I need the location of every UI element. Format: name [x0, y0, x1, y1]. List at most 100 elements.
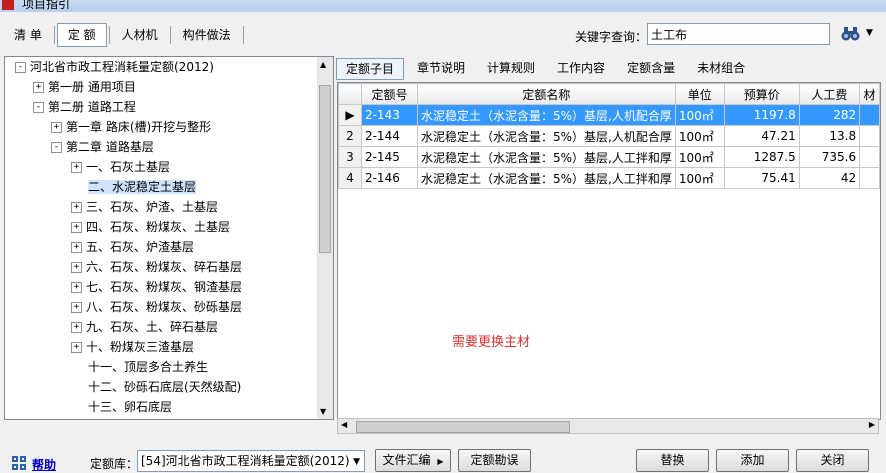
- scroll-right-arrow-icon[interactable]: ▶: [869, 420, 875, 429]
- tree-node[interactable]: 二、水泥稳定土基层: [71, 177, 197, 197]
- tab-quota-content[interactable]: 定额含量: [618, 58, 684, 78]
- chapter-tree[interactable]: - 河北省市政工程消耗量定额(2012) + 第一册 通用项目 - 第二册 道路工程 + 第一…: [4, 56, 334, 420]
- tree-scroll-thumb[interactable]: [319, 85, 331, 253]
- header-quota-code[interactable]: 定额号: [360, 83, 418, 105]
- expand-icon[interactable]: +: [51, 122, 62, 133]
- select-dropdown-icon[interactable]: ▼: [353, 454, 360, 470]
- tree-node[interactable]: - 第二册 道路工程: [33, 97, 136, 117]
- add-button[interactable]: 添加: [716, 449, 789, 472]
- tree-node[interactable]: + 一、石灰土基层: [71, 157, 170, 177]
- tree-node[interactable]: 十三、卵石底层: [71, 397, 172, 417]
- tree-node[interactable]: + 第一册 通用项目: [33, 77, 136, 97]
- tab-quota-items[interactable]: 定额子目: [336, 58, 405, 80]
- tree-node[interactable]: + 第一章 路床(槽)开挖与整形: [51, 117, 211, 137]
- help-grid-icon[interactable]: [12, 456, 26, 470]
- collapse-icon[interactable]: -: [15, 62, 26, 73]
- budget-price-cell[interactable]: 1287.5: [723, 146, 800, 168]
- expand-icon[interactable]: +: [71, 322, 82, 333]
- quota-code-cell[interactable]: 2-144: [360, 125, 418, 147]
- tree-node[interactable]: + 七、石灰、粉煤灰、钢渣基层: [71, 277, 242, 297]
- tab-material-combo[interactable]: 未材组合: [688, 58, 754, 78]
- expand-icon[interactable]: +: [71, 262, 82, 273]
- tab-labor-material-machine[interactable]: 人材机: [112, 24, 168, 46]
- tree-node[interactable]: - 第二章 道路基层: [51, 137, 154, 157]
- scroll-up-arrow-icon[interactable]: ▲: [320, 60, 326, 69]
- budget-price-cell[interactable]: 47.21: [723, 125, 800, 147]
- quota-library-select[interactable]: [54]河北省市政工程消耗量定额(2012) ▼: [137, 450, 365, 472]
- replace-button[interactable]: 替换: [636, 449, 709, 472]
- tree-node[interactable]: + 十、粉煤灰三渣基层: [71, 337, 194, 357]
- tab-chapter-notes[interactable]: 章节说明: [408, 58, 474, 78]
- dropdown-arrow-icon[interactable]: ▼: [866, 28, 873, 38]
- quota-code-cell[interactable]: 2-143: [360, 104, 418, 126]
- expand-icon[interactable]: +: [71, 202, 82, 213]
- header-material-cost[interactable]: 材: [859, 83, 880, 105]
- tab-work-content[interactable]: 工作内容: [548, 58, 614, 78]
- unit-cell[interactable]: 100㎡: [674, 146, 725, 168]
- help-link[interactable]: 帮助: [32, 456, 56, 473]
- quota-errata-button[interactable]: 定额勘误: [458, 449, 531, 472]
- scroll-down-arrow-icon[interactable]: ▼: [320, 407, 326, 416]
- quota-code-cell[interactable]: 2-146: [360, 167, 418, 189]
- material-cost-cell[interactable]: [859, 167, 880, 189]
- expand-icon[interactable]: +: [71, 162, 82, 173]
- unit-cell[interactable]: 100㎡: [674, 125, 725, 147]
- labor-cost-cell[interactable]: 735.6: [798, 146, 861, 168]
- header-unit[interactable]: 单位: [674, 83, 725, 105]
- tab-bill[interactable]: 清 单: [4, 24, 52, 46]
- expand-icon[interactable]: +: [71, 242, 82, 253]
- tab-calc-rules[interactable]: 计算规则: [478, 58, 544, 78]
- quota-name-cell[interactable]: 水泥稳定土（水泥含量：5%）基层,人工拌和厚: [416, 146, 676, 168]
- expand-icon[interactable]: +: [71, 342, 82, 353]
- tree-node[interactable]: + 四、石灰、粉煤灰、土基层: [71, 217, 230, 237]
- quota-name-cell[interactable]: 水泥稳定土（水泥含量：5%）基层,人机配合厚: [416, 104, 676, 126]
- header-labor-cost[interactable]: 人工费: [798, 83, 861, 105]
- expand-icon[interactable]: +: [33, 82, 44, 93]
- unit-cell[interactable]: 100㎡: [674, 104, 725, 126]
- header-quota-name[interactable]: 定额名称: [416, 83, 676, 105]
- labor-cost-cell[interactable]: 13.8: [798, 125, 861, 147]
- material-cost-cell[interactable]: [859, 125, 880, 147]
- quota-items-grid[interactable]: 定额号 定额名称 单位 预算价 人工费 材 ▶ 2-143 水泥稳定土（水泥含量：5…: [337, 82, 881, 420]
- unit-cell[interactable]: 100㎡: [674, 167, 725, 189]
- material-cost-cell[interactable]: [859, 146, 880, 168]
- scroll-left-arrow-icon[interactable]: ◀: [341, 420, 347, 429]
- tree-node-label: 八、石灰、粉煤灰、砂砾基层: [86, 300, 243, 314]
- tree-vertical-scrollbar[interactable]: ▲ ▼: [317, 57, 333, 419]
- grid-scroll-thumb[interactable]: [356, 421, 570, 433]
- table-row[interactable]: 3 2-145 水泥稳定土（水泥含量：5%）基层,人工拌和厚 100㎡ 1287.5 73…: [338, 146, 880, 168]
- keyword-search-input[interactable]: 土工布: [647, 23, 830, 45]
- row-index: 2: [338, 125, 362, 147]
- tree-node[interactable]: + 三、石灰、炉渣、土基层: [71, 197, 218, 217]
- quota-code-cell[interactable]: 2-145: [360, 146, 418, 168]
- tree-node[interactable]: 十二、砂砾石底层(天然级配): [71, 377, 241, 397]
- table-row[interactable]: 4 2-146 水泥稳定土（水泥含量：5%）基层,人工拌和厚 100㎡ 75.41 42: [338, 167, 880, 189]
- tree-node[interactable]: + 九、石灰、土、碎石基层: [71, 317, 218, 337]
- table-row[interactable]: ▶ 2-143 水泥稳定土（水泥含量：5%）基层,人机配合厚 100㎡ 1197.8 28…: [338, 104, 880, 126]
- tab-component-method[interactable]: 构件做法: [173, 24, 241, 46]
- tree-node[interactable]: + 八、石灰、粉煤灰、砂砾基层: [71, 297, 242, 317]
- expand-icon[interactable]: +: [71, 282, 82, 293]
- expand-icon[interactable]: +: [71, 302, 82, 313]
- material-cost-cell[interactable]: [859, 104, 880, 126]
- tree-node[interactable]: - 河北省市政工程消耗量定额(2012): [15, 57, 214, 77]
- expand-icon[interactable]: +: [71, 222, 82, 233]
- grid-horizontal-scrollbar[interactable]: ◀ ▶: [337, 418, 879, 434]
- labor-cost-cell[interactable]: 282: [798, 104, 861, 126]
- table-row[interactable]: 2 2-144 水泥稳定土（水泥含量：5%）基层,人机配合厚 100㎡ 47.21 13.…: [338, 125, 880, 147]
- close-button[interactable]: 关闭: [796, 449, 869, 472]
- collapse-icon[interactable]: -: [51, 142, 62, 153]
- tab-quota[interactable]: 定 额: [56, 23, 107, 47]
- tree-node[interactable]: 十一、顶层多合土养生: [71, 357, 208, 377]
- binoculars-search-icon[interactable]: [840, 24, 862, 44]
- tree-node[interactable]: + 六、石灰、粉煤灰、碎石基层: [71, 257, 242, 277]
- tree-node[interactable]: + 五、石灰、炉渣基层: [71, 237, 194, 257]
- collapse-icon[interactable]: -: [33, 102, 44, 113]
- labor-cost-cell[interactable]: 42: [798, 167, 861, 189]
- quota-name-cell[interactable]: 水泥稳定土（水泥含量：5%）基层,人工拌和厚: [416, 167, 676, 189]
- budget-price-cell[interactable]: 75.41: [723, 167, 800, 189]
- budget-price-cell[interactable]: 1197.8: [723, 104, 800, 126]
- quota-name-cell[interactable]: 水泥稳定土（水泥含量：5%）基层,人机配合厚: [416, 125, 676, 147]
- file-summary-button[interactable]: 文件汇编 ▶: [375, 449, 451, 472]
- header-budget-price[interactable]: 预算价: [723, 83, 800, 105]
